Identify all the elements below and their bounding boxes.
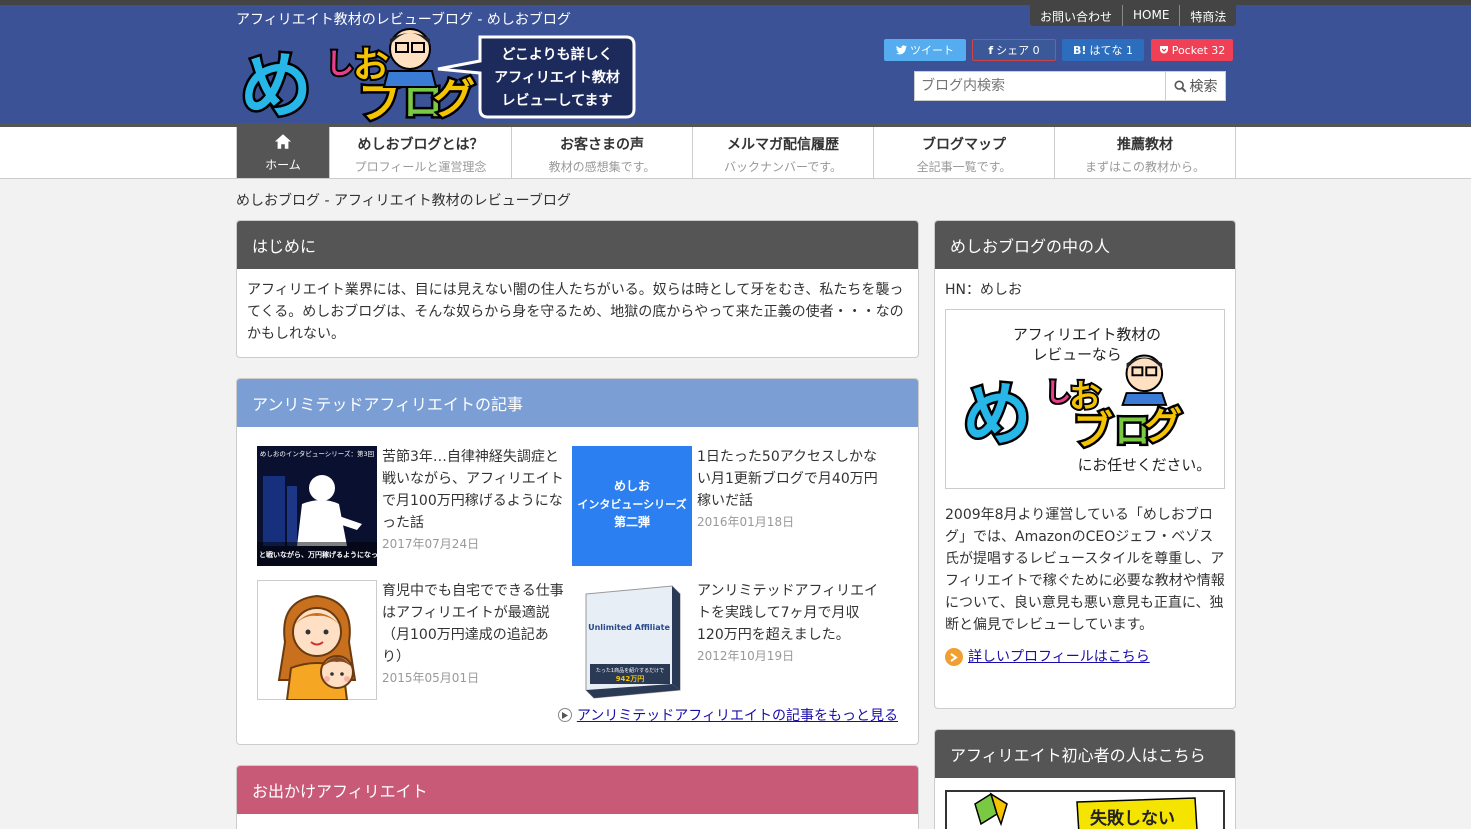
svg-text:失敗しない: 失敗しない bbox=[1090, 808, 1175, 829]
article-title[interactable]: アンリミテッドアフィリエイトを実践して7ヶ月で月収120万円を超えました。 20… bbox=[697, 580, 882, 666]
article-title[interactable]: 苦節3年…自律神経失調症と戦いながら、アフィリエイトで月100万円稼げるようにな… bbox=[382, 446, 567, 554]
svg-text:にお任せください。: にお任せください。 bbox=[1078, 457, 1211, 474]
legal-link[interactable]: 特商法 bbox=[1179, 5, 1236, 26]
svg-text:レビューしてます: レビューしてます bbox=[502, 93, 613, 109]
nav-about[interactable]: めしおブログとは？ プロフィールと運営理念 bbox=[330, 127, 512, 178]
svg-text:グ: グ bbox=[433, 74, 475, 123]
nav-mailmag[interactable]: メルマガ配信履歴 バックナンバーです。 bbox=[693, 127, 874, 178]
article-date: 2012年10月19日 bbox=[697, 649, 795, 663]
svg-text:たった1商品を紹介するだけで: たった1商品を紹介するだけで bbox=[596, 667, 664, 674]
svg-text:め: め bbox=[962, 376, 1031, 456]
arrow-right-icon bbox=[945, 648, 963, 666]
search-icon bbox=[1173, 79, 1186, 92]
article-date: 2017年07月24日 bbox=[382, 537, 480, 551]
article-title[interactable]: 育児中でも自宅でできる仕事はアフィリエイトが最適説（月100万円達成の追記あり）… bbox=[382, 580, 567, 688]
profile-hn: HN：めしお bbox=[945, 282, 1022, 298]
nav-sitemap[interactable]: ブログマップ 全記事一覧です。 bbox=[874, 127, 1055, 178]
svg-text:と戦いながら、万円稼げるようになった話: と戦いながら、万円稼げるようになった話 bbox=[259, 550, 377, 559]
svg-text:Unlimited Affiliate: Unlimited Affiliate bbox=[588, 623, 670, 632]
svg-text:ブ: ブ bbox=[1073, 408, 1113, 454]
site-header: アフィリエイト教材のレビューブログ - めしおブログ め し お ブ ロ グ ど… bbox=[0, 5, 1471, 125]
svg-text:どこよりも詳しく: どこよりも詳しく bbox=[501, 46, 612, 63]
outing-heading: お出かけアフィリエイト bbox=[237, 766, 918, 814]
article-thumbnail[interactable] bbox=[257, 580, 377, 700]
svg-text:し: し bbox=[326, 47, 354, 80]
more-articles-link[interactable]: アンリミテッドアフィリエイトの記事をもっと見る bbox=[557, 705, 898, 725]
home-link[interactable]: HOME bbox=[1122, 5, 1179, 26]
search-button[interactable]: 検索 bbox=[1165, 72, 1225, 100]
beginner-heading: アフィリエイト初心者の人はこちら bbox=[935, 730, 1235, 778]
unlimited-heading: アンリミテッドアフィリエイトの記事 bbox=[237, 379, 918, 427]
svg-text:め: め bbox=[240, 44, 312, 125]
intro-box: はじめに アフィリエイト業界には、目には見えない闇の住人たちがいる。奴らは時とし… bbox=[236, 220, 919, 358]
article-date: 2015年05月01日 bbox=[382, 671, 480, 685]
profile-image: アフィリエイト教材の レビューなら め し お ブ ロ グ にお任せください。 bbox=[945, 309, 1225, 489]
article-title[interactable]: 1日たった50アクセスしかない月1更新ブログで月40万円稼いだ話 2016年01… bbox=[697, 446, 882, 532]
svg-text:めしおのインタビューシリーズ：第3回: めしおのインタビューシリーズ：第3回 bbox=[260, 449, 374, 458]
beginner-banner[interactable]: 失敗しない bbox=[945, 790, 1225, 829]
facebook-icon: f bbox=[988, 43, 994, 57]
search-form: 検索 bbox=[914, 71, 1226, 101]
facebook-share-button[interactable]: f シェア 0 bbox=[972, 39, 1056, 61]
intro-heading: はじめに bbox=[237, 221, 918, 269]
breadcrumb[interactable]: めしおブログ - アフィリエイト教材のレビューブログ bbox=[236, 190, 571, 210]
hatena-icon: B! bbox=[1073, 43, 1087, 57]
article-thumbnail[interactable]: めしおのインタビューシリーズ：第3回 と戦いながら、万円稼げるようになった話 bbox=[257, 446, 377, 566]
site-logo[interactable]: め し お ブ ロ グ どこよりも詳しく アフィリエイト教材 レビューしてます bbox=[238, 27, 638, 125]
unlimited-articles-box: アンリミテッドアフィリエイトの記事 めしおのインタビューシリーズ：第3回 と戦い… bbox=[236, 378, 919, 745]
article-thumbnail[interactable]: めしお インタビューシリーズ 第二弾 bbox=[572, 446, 692, 566]
search-input[interactable] bbox=[915, 72, 1165, 100]
beginner-box: アフィリエイト初心者の人はこちら 失敗しない bbox=[934, 729, 1236, 829]
nav-voices[interactable]: お客さまの声 教材の感想集です。 bbox=[512, 127, 693, 178]
site-description: アフィリエイト教材のレビューブログ - めしおブログ bbox=[236, 12, 571, 28]
home-icon bbox=[274, 134, 292, 149]
profile-heading: めしおブログの中の人 bbox=[935, 221, 1235, 269]
svg-text:し: し bbox=[1045, 378, 1071, 408]
article-date: 2016年01月18日 bbox=[697, 515, 795, 529]
svg-text:グ: グ bbox=[1144, 404, 1182, 448]
contact-link[interactable]: お問い合わせ bbox=[1030, 5, 1122, 26]
svg-text:第二弾: 第二弾 bbox=[614, 514, 650, 529]
outing-box: お出かけアフィリエイト bbox=[236, 765, 919, 829]
global-nav: ホーム めしおブログとは？ プロフィールと運営理念 お客さまの声 教材の感想集で… bbox=[0, 127, 1471, 179]
profile-link[interactable]: 詳しいプロフィールはこちら bbox=[945, 646, 1225, 668]
svg-text:めしお: めしお bbox=[614, 479, 650, 493]
nav-home[interactable]: ホーム bbox=[237, 127, 330, 178]
pocket-icon bbox=[1159, 46, 1168, 54]
play-arrow-icon bbox=[557, 708, 572, 722]
twitter-share-button[interactable]: ツイート bbox=[884, 39, 966, 61]
svg-text:アフィリエイト教材: アフィリエイト教材 bbox=[494, 69, 620, 86]
nav-home-label: ホーム bbox=[265, 158, 301, 172]
profile-box: めしおブログの中の人 HN：めしお アフィリエイト教材の レビューなら め し … bbox=[934, 220, 1236, 709]
svg-text:942万円: 942万円 bbox=[616, 675, 645, 683]
profile-text: 2009年8月より運営している「めしおブログ」では、AmazonのCEOジェフ・… bbox=[945, 507, 1225, 633]
article-thumbnail[interactable]: Unlimited Affiliate たった1商品を紹介するだけで 942万円 bbox=[572, 580, 692, 700]
top-links: お問い合わせ HOME 特商法 bbox=[1030, 5, 1237, 26]
intro-text: アフィリエイト業界には、目には見えない闇の住人たちがいる。奴らは時として牙をむき… bbox=[247, 282, 904, 342]
nav-recommended[interactable]: 推薦教材 まずはこの教材から。 bbox=[1055, 127, 1236, 178]
twitter-icon bbox=[896, 45, 907, 55]
svg-text:アフィリエイト教材の: アフィリエイト教材の bbox=[1013, 327, 1161, 344]
pocket-share-button[interactable]: Pocket 32 bbox=[1151, 39, 1233, 61]
svg-text:インタビューシリーズ: インタビューシリーズ bbox=[577, 497, 686, 511]
hatena-share-button[interactable]: B! はてな 1 bbox=[1062, 39, 1144, 61]
svg-text:レビューなら: レビューなら bbox=[1033, 346, 1122, 363]
